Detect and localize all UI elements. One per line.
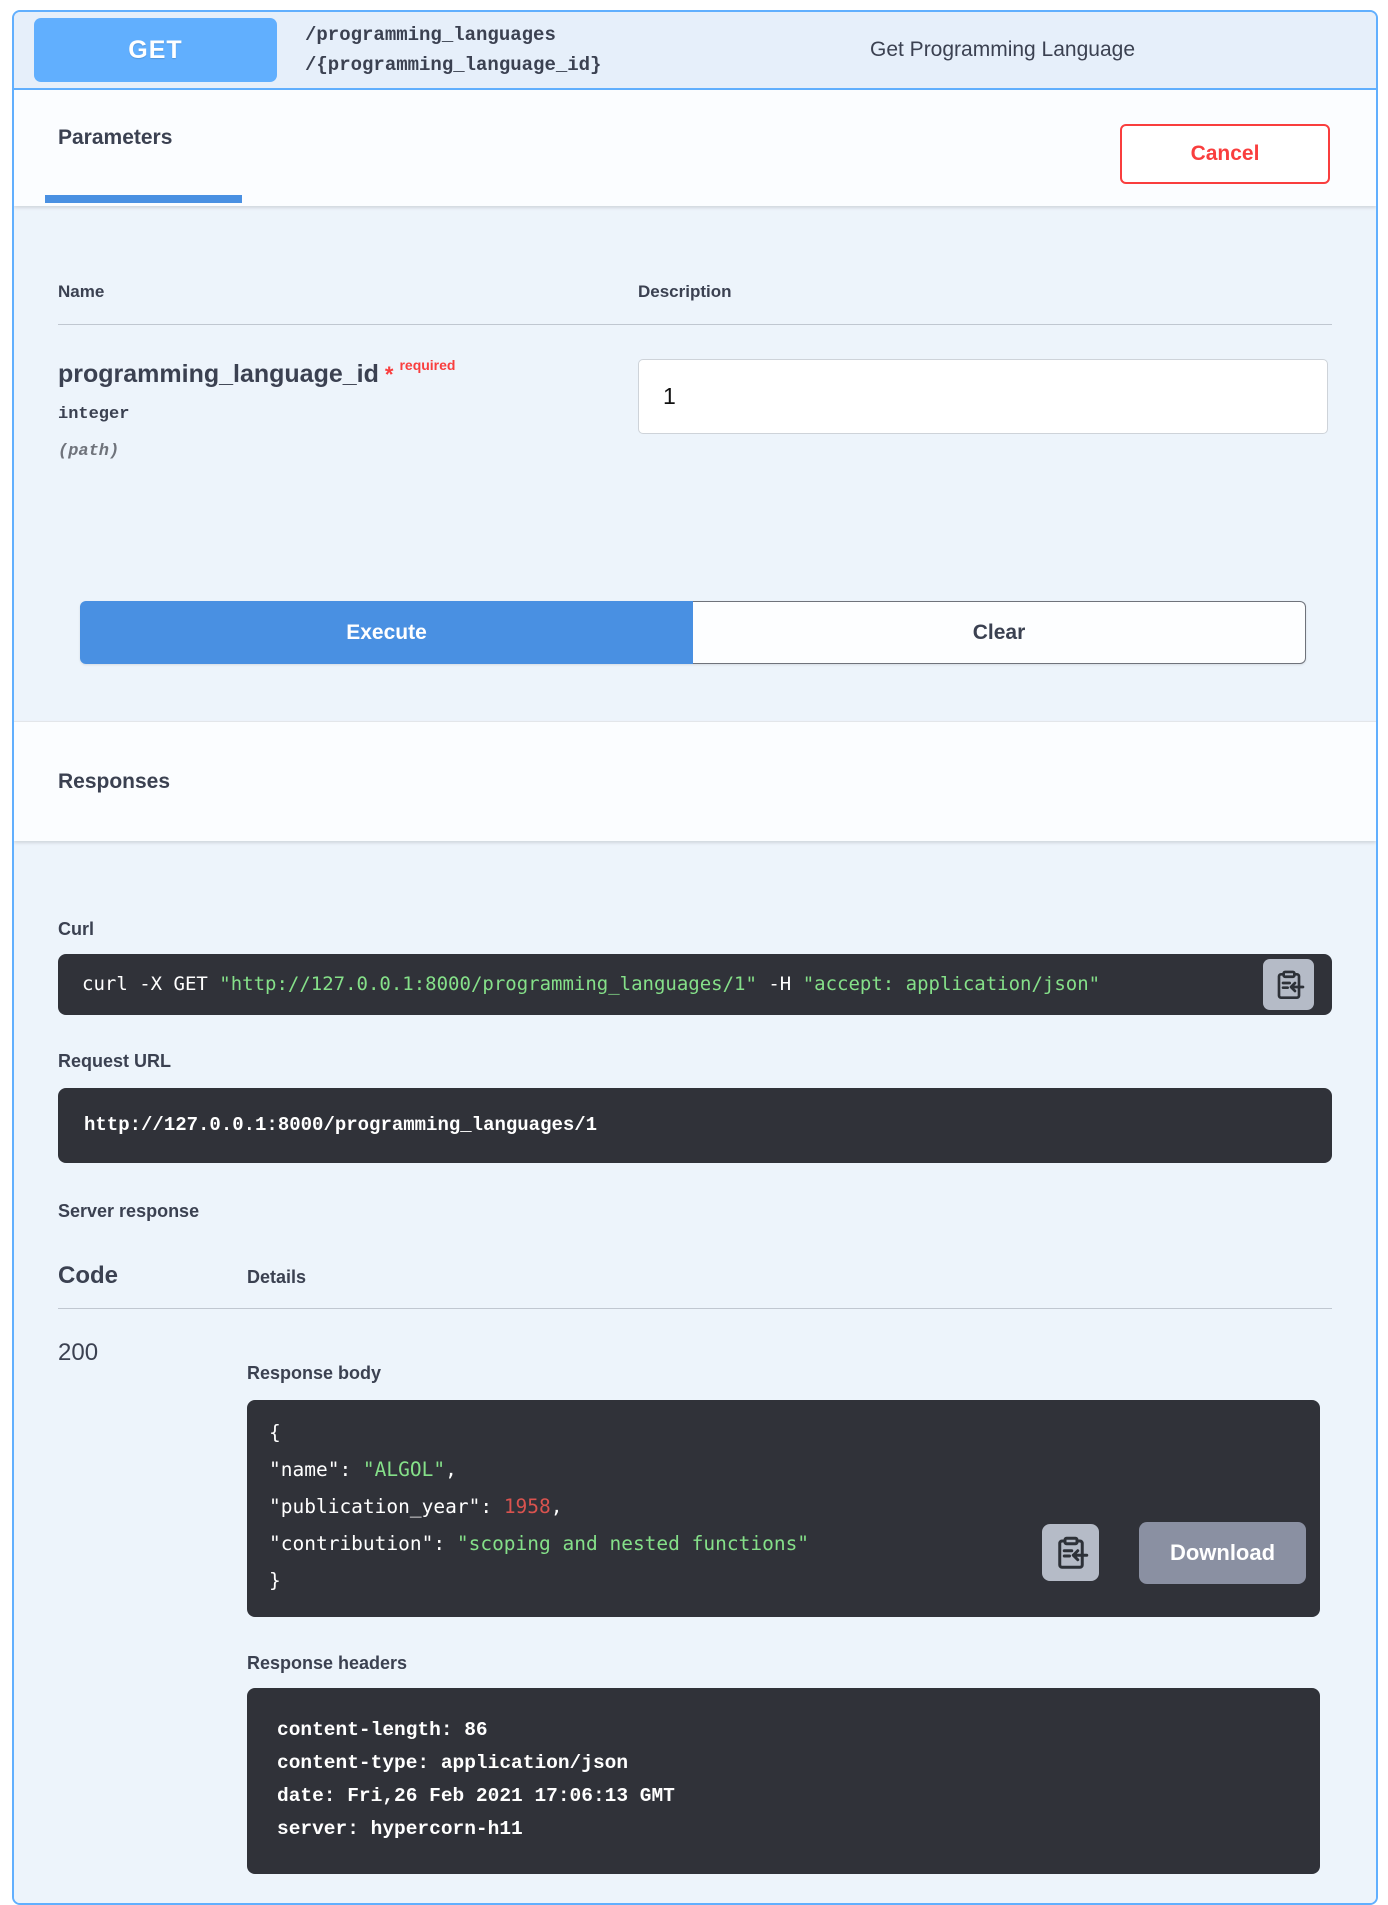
server-response-label: Server response <box>58 1201 1332 1222</box>
endpoint-header[interactable]: GET /programming_languages /{programming… <box>14 12 1376 90</box>
response-body-label: Response body <box>247 1363 1332 1384</box>
parameter-location: (path) <box>58 442 638 461</box>
operation-panel-get: GET /programming_languages /{programming… <box>12 10 1378 1905</box>
responses-section-header: Responses <box>14 721 1376 841</box>
download-button[interactable]: Download <box>1139 1522 1306 1584</box>
curl-command-block: curl -X GET "http://127.0.0.1:8000/progr… <box>58 954 1332 1015</box>
tab-parameters[interactable]: Parameters <box>58 126 172 150</box>
cancel-button[interactable]: Cancel <box>1120 124 1330 184</box>
response-columns-header: Code Details <box>58 1262 1332 1290</box>
parameter-value-cell <box>638 357 1332 461</box>
curl-label: Curl <box>58 841 1332 940</box>
parameters-area: Name Description programming_language_id… <box>14 206 1376 721</box>
required-label: required <box>399 357 455 373</box>
parameter-value-input[interactable] <box>638 359 1328 434</box>
endpoint-path-line1: /programming_languages <box>305 20 601 50</box>
method-badge: GET <box>34 18 277 82</box>
required-asterisk: * <box>385 362 394 387</box>
column-header-description: Description <box>638 282 732 302</box>
parameters-columns-header: Name Description <box>58 206 1332 302</box>
parameter-name-line: programming_language_id* required <box>58 357 638 389</box>
clear-button[interactable]: Clear <box>693 601 1306 664</box>
parameter-type: integer <box>58 405 638 424</box>
response-headers-block: content-length: 86content-type: applicat… <box>247 1688 1320 1874</box>
status-code: 200 <box>58 1309 247 1874</box>
response-headers-label: Response headers <box>247 1653 1332 1674</box>
request-url-block: http://127.0.0.1:8000/programming_langua… <box>58 1088 1332 1163</box>
endpoint-summary: Get Programming Language <box>870 12 1135 88</box>
curl-command-text: curl -X GET "http://127.0.0.1:8000/progr… <box>58 954 1332 1015</box>
responses-title: Responses <box>58 770 170 794</box>
clipboard-icon <box>1273 969 1305 1001</box>
parameters-section-header: Parameters Cancel <box>14 90 1376 206</box>
responses-area: Curl curl -X GET "http://127.0.0.1:8000/… <box>14 841 1376 1905</box>
parameters-tab-underline <box>45 195 242 203</box>
parameter-info: programming_language_id* required integer… <box>58 357 638 461</box>
column-header-code: Code <box>58 1262 247 1290</box>
endpoint-path-line2: /{programming_language_id} <box>305 50 601 80</box>
column-header-name: Name <box>58 282 638 302</box>
parameter-row: programming_language_id* required integer… <box>58 325 1332 461</box>
column-header-details: Details <box>247 1267 306 1288</box>
endpoint-path: /programming_languages /{programming_lan… <box>305 20 601 80</box>
response-details: Response body { "name": "ALGOL", "public… <box>247 1309 1332 1874</box>
clipboard-icon <box>1053 1535 1089 1571</box>
response-body-block: { "name": "ALGOL", "publication_year": 1… <box>247 1400 1320 1617</box>
response-row-200: 200 Response body { "name": "ALGOL", "pu… <box>58 1309 1332 1874</box>
copy-response-button[interactable] <box>1042 1524 1099 1581</box>
execute-button-group: Execute Clear <box>80 601 1306 664</box>
execute-button[interactable]: Execute <box>80 601 693 664</box>
parameter-name: programming_language_id <box>58 360 379 388</box>
request-url-text: http://127.0.0.1:8000/programming_langua… <box>58 1088 1332 1163</box>
request-url-label: Request URL <box>58 1051 1332 1072</box>
copy-curl-button[interactable] <box>1263 959 1314 1010</box>
